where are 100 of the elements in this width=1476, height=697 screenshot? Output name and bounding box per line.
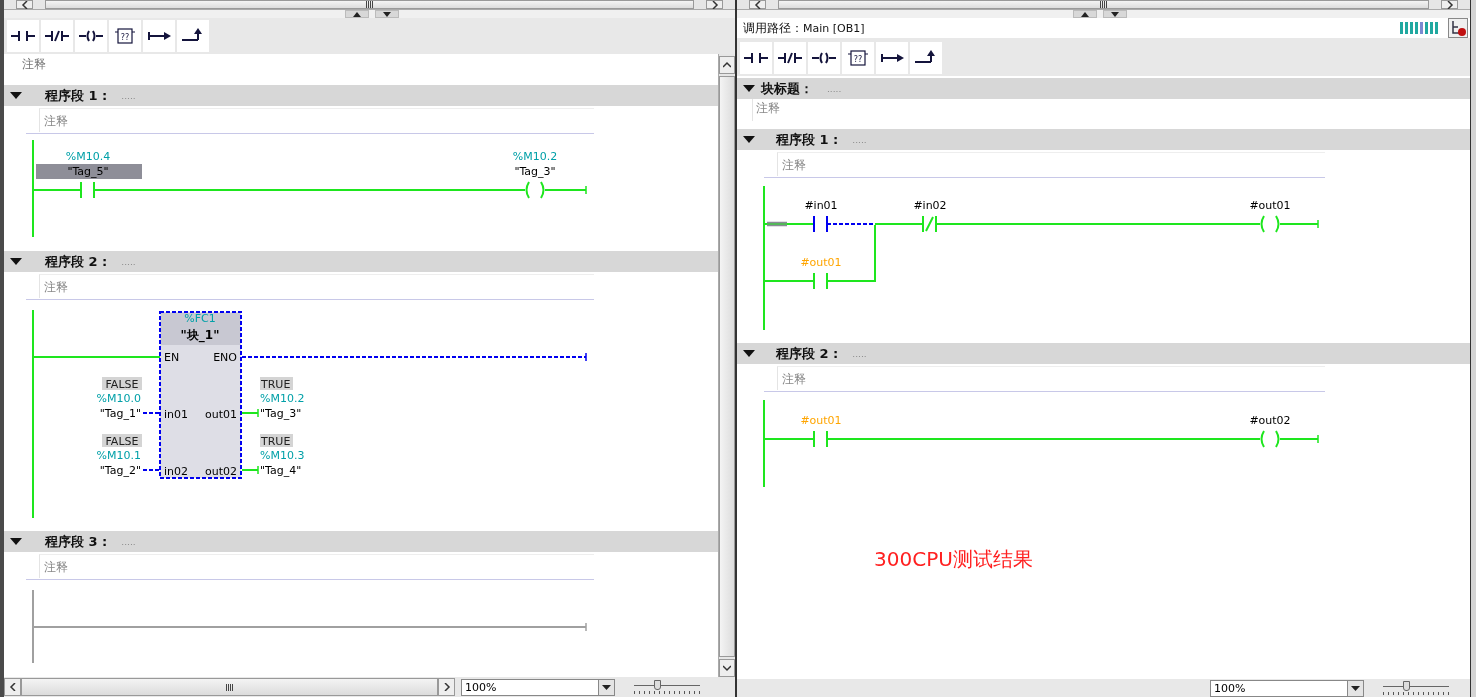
- toolbar-button[interactable]: [177, 20, 209, 52]
- pin-label: EN: [164, 351, 180, 364]
- zoom-field[interactable]: 100%: [1210, 679, 1364, 697]
- scroll-right-button[interactable]: [438, 678, 455, 696]
- grip-icon: [365, 1, 374, 8]
- grip-icon: [1099, 1, 1108, 8]
- comment-field[interactable]: 注释: [39, 274, 594, 298]
- title-field[interactable]: .....: [121, 536, 136, 547]
- block-number: %FC1: [184, 312, 216, 325]
- zoom-slider[interactable]: [634, 679, 700, 695]
- expand-toggle-icon[interactable]: [10, 257, 22, 266]
- triangle-up-icon: [1081, 11, 1089, 17]
- toolbar-button[interactable]: [143, 20, 175, 52]
- dropdown-button[interactable]: [1347, 680, 1363, 696]
- tag-label: "Tag_1": [99, 407, 141, 420]
- expand-toggle-icon[interactable]: [743, 349, 755, 358]
- tag-label: "Tag_3": [514, 165, 556, 178]
- network-title: 块标题：: [761, 79, 813, 98]
- horizontal-scrollbar[interactable]: [4, 0, 735, 10]
- scroll-up-button[interactable]: [719, 56, 735, 74]
- pin-label: out02: [205, 465, 237, 478]
- address-label: %M10.4: [65, 150, 111, 163]
- network-title: 程序段 1 :: [45, 86, 108, 105]
- toolbar-button[interactable]: [910, 42, 942, 74]
- scrollbar-thumb[interactable]: [45, 0, 694, 9]
- rung-marker-icon: [767, 221, 787, 227]
- toolbar-button[interactable]: [41, 20, 73, 52]
- toolbar-button[interactable]: [75, 20, 107, 52]
- chevron-left-icon: [20, 0, 29, 9]
- toolbar-button[interactable]: [740, 42, 772, 74]
- rung-wire: [1279, 219, 1319, 229]
- splitter-up-button[interactable]: [1073, 10, 1097, 18]
- call-path-label: 调用路径：: [743, 19, 803, 37]
- contact-icon: [10, 28, 36, 44]
- value-badge: FALSE: [102, 434, 142, 448]
- operand-label: #in02: [913, 199, 947, 212]
- network-title: 程序段 1 :: [776, 130, 839, 149]
- value-badge: TRUE: [260, 377, 293, 391]
- chevron-right-icon: [710, 0, 719, 9]
- toolbar-button[interactable]: [7, 20, 39, 52]
- triangle-down-icon: [383, 11, 391, 17]
- closed-contact-icon: [44, 28, 70, 44]
- dropdown-button[interactable]: [598, 679, 614, 695]
- scroll-left-button[interactable]: [16, 0, 33, 9]
- title-field[interactable]: .....: [852, 134, 867, 145]
- scrollbar-thumb[interactable]: [778, 0, 1429, 9]
- toolbar-button[interactable]: [876, 42, 908, 74]
- tag-label: "Tag_4": [260, 464, 302, 477]
- caret-icon: [602, 684, 611, 690]
- operand-label: #in01: [804, 199, 838, 212]
- toolbar-button[interactable]: ??: [842, 42, 874, 74]
- comment-field[interactable]: 注释: [39, 554, 594, 578]
- expand-toggle-icon[interactable]: [743, 135, 755, 144]
- pin-label: ENO: [213, 351, 237, 364]
- comment-field[interactable]: 注释: [752, 99, 1302, 121]
- coil-icon: [78, 28, 104, 44]
- network-title: 程序段 3 :: [45, 532, 108, 551]
- scroll-right-button[interactable]: [706, 0, 723, 9]
- chevron-right-icon: [1445, 0, 1454, 9]
- chevron-left-icon: [8, 683, 17, 691]
- title-field[interactable]: .....: [121, 90, 136, 101]
- title-field[interactable]: .....: [827, 83, 842, 94]
- tag-label: "Tag_2": [99, 464, 141, 477]
- zoom-slider[interactable]: [1383, 680, 1449, 696]
- contact-icon: [743, 50, 769, 66]
- title-field[interactable]: .....: [852, 348, 867, 359]
- triangle-up-icon: [353, 11, 361, 17]
- expand-toggle-icon[interactable]: [10, 91, 22, 100]
- scroll-left-button[interactable]: [4, 678, 21, 696]
- address-label: %M10.2: [260, 392, 305, 405]
- expand-toggle-icon[interactable]: [743, 84, 755, 93]
- slider-thumb[interactable]: [654, 680, 662, 690]
- splitter-up-button[interactable]: [345, 10, 369, 18]
- slider-thumb[interactable]: [1403, 681, 1411, 691]
- comment-field[interactable]: 注释: [4, 54, 718, 85]
- caret-icon: [1351, 685, 1360, 691]
- call-path-value: Main [OB1]: [803, 21, 865, 35]
- zoom-field[interactable]: 100%: [461, 678, 615, 696]
- toolbar-button[interactable]: [774, 42, 806, 74]
- address-label: %M10.3: [260, 449, 305, 462]
- operand-label: #out02: [1249, 414, 1291, 427]
- splitter-down-button[interactable]: [375, 10, 399, 18]
- network-title: 程序段 2 :: [45, 252, 108, 271]
- grip-icon: [225, 683, 234, 691]
- comment-field[interactable]: 注释: [39, 108, 594, 132]
- horizontal-scrollbar[interactable]: [737, 0, 1470, 10]
- toolbar-button[interactable]: [808, 42, 840, 74]
- triangle-down-icon: [1111, 11, 1119, 17]
- expand-toggle-icon[interactable]: [10, 537, 22, 546]
- title-field[interactable]: .....: [121, 256, 136, 267]
- tag-label: "Tag_5": [67, 165, 109, 178]
- splitter-down-button[interactable]: [1103, 10, 1127, 18]
- comment-field[interactable]: 注释: [777, 366, 1325, 390]
- toolbar-button[interactable]: ??: [109, 20, 141, 52]
- scroll-down-button[interactable]: [719, 659, 735, 677]
- comment-field[interactable]: 注释: [777, 152, 1325, 176]
- scroll-left-button[interactable]: [749, 0, 766, 9]
- address-label: %M10.1: [96, 449, 141, 462]
- value-badge: TRUE: [260, 434, 293, 448]
- scroll-right-button[interactable]: [1441, 0, 1458, 9]
